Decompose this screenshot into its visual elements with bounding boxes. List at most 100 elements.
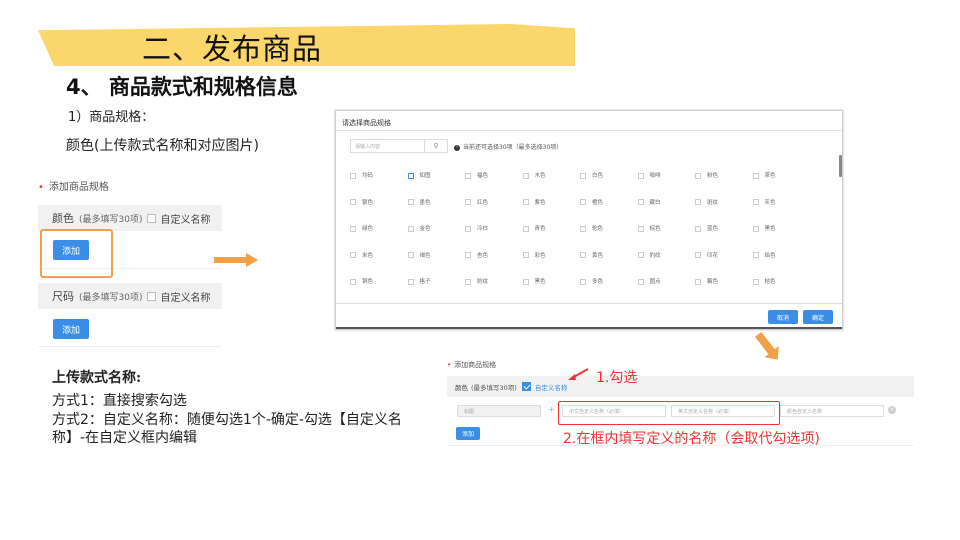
- spec-option[interactable]: 米色: [350, 251, 373, 259]
- spec-option[interactable]: 银色: [350, 198, 373, 206]
- option-checkbox[interactable]: [637, 252, 644, 258]
- spec-option[interactable]: 棕色: [637, 224, 661, 232]
- option-checkbox[interactable]: [522, 252, 529, 258]
- custom-name-checkbox[interactable]: [147, 291, 157, 301]
- option-checkbox[interactable]: [465, 252, 471, 258]
- option-checkbox[interactable]: [637, 199, 644, 205]
- spec-option[interactable]: 福色: [465, 171, 488, 179]
- option-checkbox[interactable]: [465, 225, 471, 232]
- spec-search-input[interactable]: 请输入内容: [350, 139, 425, 153]
- add-size-button[interactable]: 添加: [53, 319, 89, 339]
- option-checkbox[interactable]: [350, 278, 356, 285]
- spec-option[interactable]: 藕色: [695, 277, 718, 285]
- spec-option[interactable]: 灰色: [752, 198, 776, 206]
- option-checkbox[interactable]: [752, 278, 759, 285]
- spec-option[interactable]: 绿色: [350, 224, 373, 232]
- spec-option[interactable]: 格子: [407, 277, 431, 285]
- spec-option[interactable]: 驼色: [580, 224, 603, 232]
- option-checkbox[interactable]: [465, 199, 471, 205]
- spec-option[interactable]: 桔色: [752, 277, 776, 285]
- left-panel-header-text: 添加商品规格: [48, 182, 109, 193]
- spec-option[interactable]: 红色: [465, 198, 488, 206]
- spec-option[interactable]: 紫色: [522, 198, 546, 206]
- spec-option[interactable]: 圆点: [637, 277, 661, 285]
- upload-style-title: 上传款式名称:: [52, 370, 142, 386]
- option-checkbox[interactable]: [695, 172, 701, 179]
- spec-option[interactable]: 蓝色: [695, 224, 718, 232]
- size-spec-row: 尺码 (最多填写30项) 自定义名称: [38, 283, 222, 309]
- option-checkbox[interactable]: [580, 172, 586, 179]
- option-checkbox[interactable]: [350, 199, 356, 205]
- custom-name-checkbox-checked[interactable]: [521, 382, 531, 391]
- cancel-button[interactable]: 取消: [768, 310, 798, 324]
- option-checkbox[interactable]: [522, 199, 529, 205]
- option-checkbox[interactable]: [580, 199, 586, 205]
- option-checkbox[interactable]: [350, 252, 356, 258]
- custom-name-checkbox[interactable]: [147, 213, 157, 223]
- option-checkbox[interactable]: [695, 278, 701, 285]
- spec-option[interactable]: 茶色: [752, 171, 776, 179]
- spec-option[interactable]: 黄色: [580, 251, 603, 259]
- option-checkbox[interactable]: [407, 225, 414, 232]
- color-custom-name-input[interactable]: 颜色自定义名称: [780, 405, 884, 417]
- spec-option[interactable]: 藏白: [637, 198, 661, 206]
- add-button[interactable]: 添加: [456, 427, 480, 440]
- spec-option[interactable]: 冷白: [465, 224, 488, 232]
- spec-option[interactable]: 焰色: [752, 251, 776, 259]
- option-checkbox[interactable]: [580, 278, 586, 285]
- option-checkbox[interactable]: [407, 172, 414, 179]
- spec-option[interactable]: 黑色: [752, 224, 776, 232]
- option-checkbox[interactable]: [465, 172, 471, 179]
- spec-option[interactable]: 彩色: [522, 251, 546, 259]
- option-checkbox[interactable]: [752, 252, 759, 258]
- option-checkbox[interactable]: [637, 278, 644, 285]
- option-checkbox[interactable]: [350, 172, 356, 179]
- spec-option[interactable]: 墨色: [407, 198, 431, 206]
- search-icon[interactable]: ⚲: [425, 139, 448, 153]
- confirm-button[interactable]: 确定: [803, 310, 833, 324]
- option-checkbox[interactable]: [465, 278, 471, 285]
- color-spec-row-custom: 颜色 (最多填写30项) 自定义名称: [447, 376, 914, 397]
- selected-spec-field[interactable]: 如图: [457, 405, 541, 417]
- option-checkbox[interactable]: [580, 225, 586, 232]
- spec-option[interactable]: 豹纹: [465, 277, 488, 285]
- option-checkbox[interactable]: [522, 278, 529, 285]
- spec-option[interactable]: 杏色: [465, 251, 488, 259]
- spec-option[interactable]: 木色: [522, 171, 546, 179]
- spec-option[interactable]: 印花: [695, 251, 718, 259]
- option-checkbox[interactable]: [695, 225, 701, 232]
- option-checkbox[interactable]: [637, 172, 644, 179]
- option-checkbox[interactable]: [580, 252, 586, 258]
- clear-icon[interactable]: ×: [888, 406, 896, 414]
- spec-option[interactable]: 橙色: [580, 198, 603, 206]
- option-label: 黑色: [534, 279, 546, 285]
- spec-option[interactable]: 白色: [580, 171, 603, 179]
- spec-option[interactable]: 均码: [350, 171, 373, 179]
- spec-hint: (最多填写30项): [471, 383, 517, 392]
- option-checkbox[interactable]: [752, 199, 759, 205]
- option-checkbox[interactable]: [407, 199, 414, 205]
- spec-option[interactable]: 如图: [407, 171, 431, 179]
- option-checkbox[interactable]: [752, 225, 759, 232]
- option-checkbox[interactable]: [350, 225, 356, 232]
- spec-option[interactable]: 黑色: [522, 277, 546, 285]
- option-checkbox[interactable]: [752, 172, 759, 179]
- option-checkbox[interactable]: [522, 225, 529, 232]
- option-checkbox[interactable]: [407, 278, 414, 285]
- left-panel-header: • 添加商品规格: [38, 178, 109, 193]
- option-checkbox[interactable]: [522, 172, 529, 179]
- spec-option[interactable]: 褐色: [407, 251, 431, 259]
- spec-option[interactable]: 粉色: [695, 171, 718, 179]
- option-checkbox[interactable]: [407, 252, 414, 258]
- dialog-scrollbar[interactable]: [839, 155, 842, 177]
- spec-option[interactable]: 金色: [407, 224, 431, 232]
- spec-option[interactable]: 青色: [522, 224, 546, 232]
- spec-option[interactable]: 铜色: [350, 277, 373, 285]
- option-checkbox[interactable]: [695, 199, 701, 205]
- spec-option[interactable]: 豹纹: [637, 251, 661, 259]
- option-checkbox[interactable]: [637, 225, 644, 232]
- spec-option[interactable]: 斑纹: [695, 198, 718, 206]
- spec-option[interactable]: 咖啡: [637, 171, 661, 179]
- option-checkbox[interactable]: [695, 252, 701, 258]
- spec-option[interactable]: 多色: [580, 277, 603, 285]
